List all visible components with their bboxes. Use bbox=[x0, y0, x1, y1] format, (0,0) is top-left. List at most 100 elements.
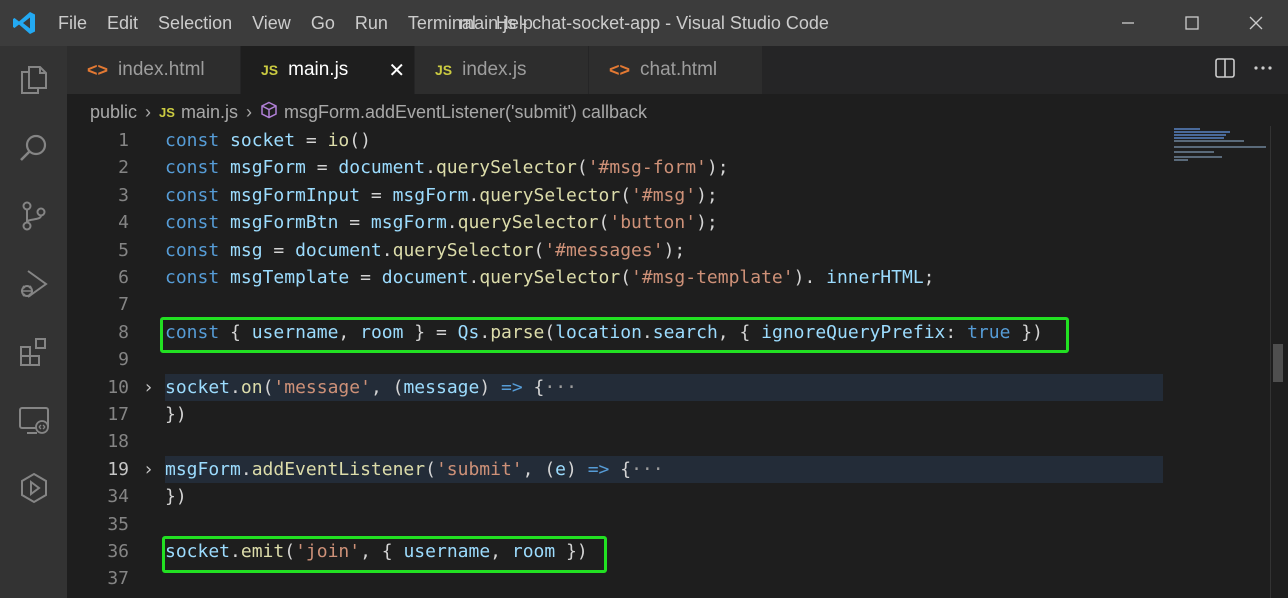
menu-item-view[interactable]: View bbox=[242, 0, 301, 46]
scrollbar-thumb[interactable] bbox=[1273, 344, 1283, 382]
close-tab-icon[interactable]: ✕ bbox=[388, 58, 405, 83]
code-token: ··· bbox=[544, 377, 577, 398]
code-line[interactable]: 10 › socket.on('message', (message) => {··… bbox=[67, 374, 1167, 401]
js-file-icon: JS bbox=[435, 62, 453, 78]
code-line[interactable]: 17}) bbox=[67, 401, 1167, 428]
code-token: ( bbox=[262, 377, 274, 398]
minimize-button[interactable] bbox=[1096, 0, 1160, 46]
breadcrumb-folder[interactable]: public bbox=[90, 102, 137, 123]
run-debug-icon[interactable] bbox=[0, 250, 67, 318]
code-token: '#msg' bbox=[631, 185, 697, 206]
menu-item-go[interactable]: Go bbox=[301, 0, 345, 46]
tab-index-js[interactable]: JS index.js bbox=[415, 46, 589, 94]
code-token: querySelector bbox=[392, 240, 534, 261]
fold-chevron-icon[interactable]: › bbox=[143, 374, 154, 401]
code-token: querySelector bbox=[479, 185, 621, 206]
code-token: querySelector bbox=[435, 157, 577, 178]
title-bar: File Edit Selection View Go Run Terminal Help m… bbox=[0, 0, 1288, 46]
code-line[interactable]: 7 bbox=[67, 291, 1167, 318]
code-token: Qs bbox=[457, 322, 480, 343]
code-line[interactable]: 2 const msgForm = document.querySelector(… bbox=[67, 154, 1167, 181]
explorer-icon[interactable] bbox=[0, 46, 67, 114]
code-editor[interactable]: 1 const socket = io() 2 const msgForm = doc… bbox=[67, 126, 1167, 598]
tab-main-js[interactable]: JS main.js ✕ bbox=[241, 46, 415, 94]
menu-item-run[interactable]: Run bbox=[345, 0, 398, 46]
code-token: : bbox=[945, 322, 968, 343]
menu-item-selection[interactable]: Selection bbox=[148, 0, 242, 46]
code-token: ( bbox=[533, 240, 545, 261]
close-window-button[interactable] bbox=[1224, 0, 1288, 46]
code-line[interactable]: 5 const msg = document.querySelector('#me… bbox=[67, 237, 1167, 264]
code-line[interactable]: 35 bbox=[67, 511, 1167, 538]
code-line[interactable]: 19 › msgForm.addEventListener('submit', (e… bbox=[67, 456, 1167, 483]
chevron-right-icon: › bbox=[145, 101, 152, 122]
editor-tabs: <> index.html JS main.js ✕ JS index.js <… bbox=[67, 46, 1288, 94]
code-token: ( bbox=[620, 267, 632, 288]
code-token: , bbox=[338, 322, 361, 343]
breadcrumb-file[interactable]: main.js bbox=[181, 102, 238, 123]
code-text: msgForm.addEventListener('submit', (e) =… bbox=[165, 456, 664, 483]
minimap[interactable] bbox=[1168, 126, 1266, 186]
code-line[interactable]: 37 bbox=[67, 565, 1167, 592]
menu-item-help[interactable]: Help bbox=[486, 0, 543, 46]
code-token: , { bbox=[360, 541, 404, 562]
code-token: socket bbox=[230, 130, 296, 151]
code-token: socket bbox=[165, 541, 231, 562]
tab-chat-html[interactable]: <> chat.html bbox=[589, 46, 763, 94]
code-token: '#msg-template' bbox=[631, 267, 794, 288]
code-token: = bbox=[360, 185, 393, 206]
maximize-button[interactable] bbox=[1160, 0, 1224, 46]
code-line[interactable]: 34}) bbox=[67, 483, 1167, 510]
code-token: msgForm bbox=[230, 157, 306, 178]
menu-item-edit[interactable]: Edit bbox=[97, 0, 148, 46]
code-token: = bbox=[349, 267, 382, 288]
line-number: 9 bbox=[118, 349, 129, 370]
code-token: ( bbox=[284, 541, 296, 562]
code-token: document bbox=[381, 267, 469, 288]
code-token: , ( bbox=[370, 377, 404, 398]
split-editor-icon[interactable] bbox=[1214, 57, 1236, 84]
menu-item-terminal[interactable]: Terminal bbox=[398, 0, 486, 46]
live-share-icon[interactable] bbox=[0, 454, 67, 522]
code-token: => bbox=[501, 377, 523, 398]
activity-bar bbox=[0, 46, 67, 598]
code-token: ); bbox=[706, 157, 729, 178]
code-token: . bbox=[240, 459, 252, 480]
code-token: . bbox=[468, 185, 480, 206]
code-line[interactable]: 4 const msgFormBtn = msgForm.querySelecto… bbox=[67, 209, 1167, 236]
code-text: const msg = document.querySelector('#mes… bbox=[165, 237, 685, 264]
remote-explorer-icon[interactable] bbox=[0, 386, 67, 454]
code-line[interactable]: 1 const socket = io() bbox=[67, 127, 1167, 154]
source-control-icon[interactable] bbox=[0, 182, 67, 250]
code-line[interactable]: 3 const msgFormInput = msgForm.querySelec… bbox=[67, 182, 1167, 209]
html-file-icon: <> bbox=[609, 59, 631, 80]
code-token: ) bbox=[479, 377, 502, 398]
code-token: }) bbox=[1010, 322, 1043, 343]
line-number: 37 bbox=[107, 568, 129, 589]
vscode-logo-icon bbox=[0, 0, 48, 46]
code-token: msgForm bbox=[392, 185, 469, 206]
code-token: addEventListener bbox=[251, 459, 426, 480]
code-token: }) bbox=[165, 486, 187, 507]
tab-index-html[interactable]: <> index.html bbox=[67, 46, 241, 94]
line-number: 8 bbox=[118, 322, 129, 343]
fold-chevron-icon[interactable]: › bbox=[143, 456, 154, 483]
more-actions-icon[interactable] bbox=[1252, 57, 1274, 84]
code-token: document bbox=[295, 240, 382, 261]
breadcrumb-symbol[interactable]: msgForm.addEventListener('submit') callb… bbox=[284, 102, 647, 123]
line-number: 17 bbox=[107, 404, 129, 425]
code-line[interactable]: 9 bbox=[67, 346, 1167, 373]
extensions-icon[interactable] bbox=[0, 318, 67, 386]
code-line[interactable]: 18 bbox=[67, 428, 1167, 455]
code-token: const bbox=[165, 212, 231, 233]
search-icon[interactable] bbox=[0, 114, 67, 182]
code-token: const bbox=[165, 267, 231, 288]
code-line[interactable]: 8 const { username, room } = Qs.parse(loc… bbox=[67, 319, 1167, 346]
code-token: username bbox=[403, 541, 491, 562]
menu-item-file[interactable]: File bbox=[48, 0, 97, 46]
code-token: const bbox=[165, 322, 231, 343]
code-token: , ( bbox=[522, 459, 556, 480]
code-line[interactable]: 36 socket.emit('join', { username, room }… bbox=[67, 538, 1167, 565]
code-line[interactable]: 6 const msgTemplate = document.querySelec… bbox=[67, 264, 1167, 291]
line-number: 18 bbox=[107, 431, 129, 452]
